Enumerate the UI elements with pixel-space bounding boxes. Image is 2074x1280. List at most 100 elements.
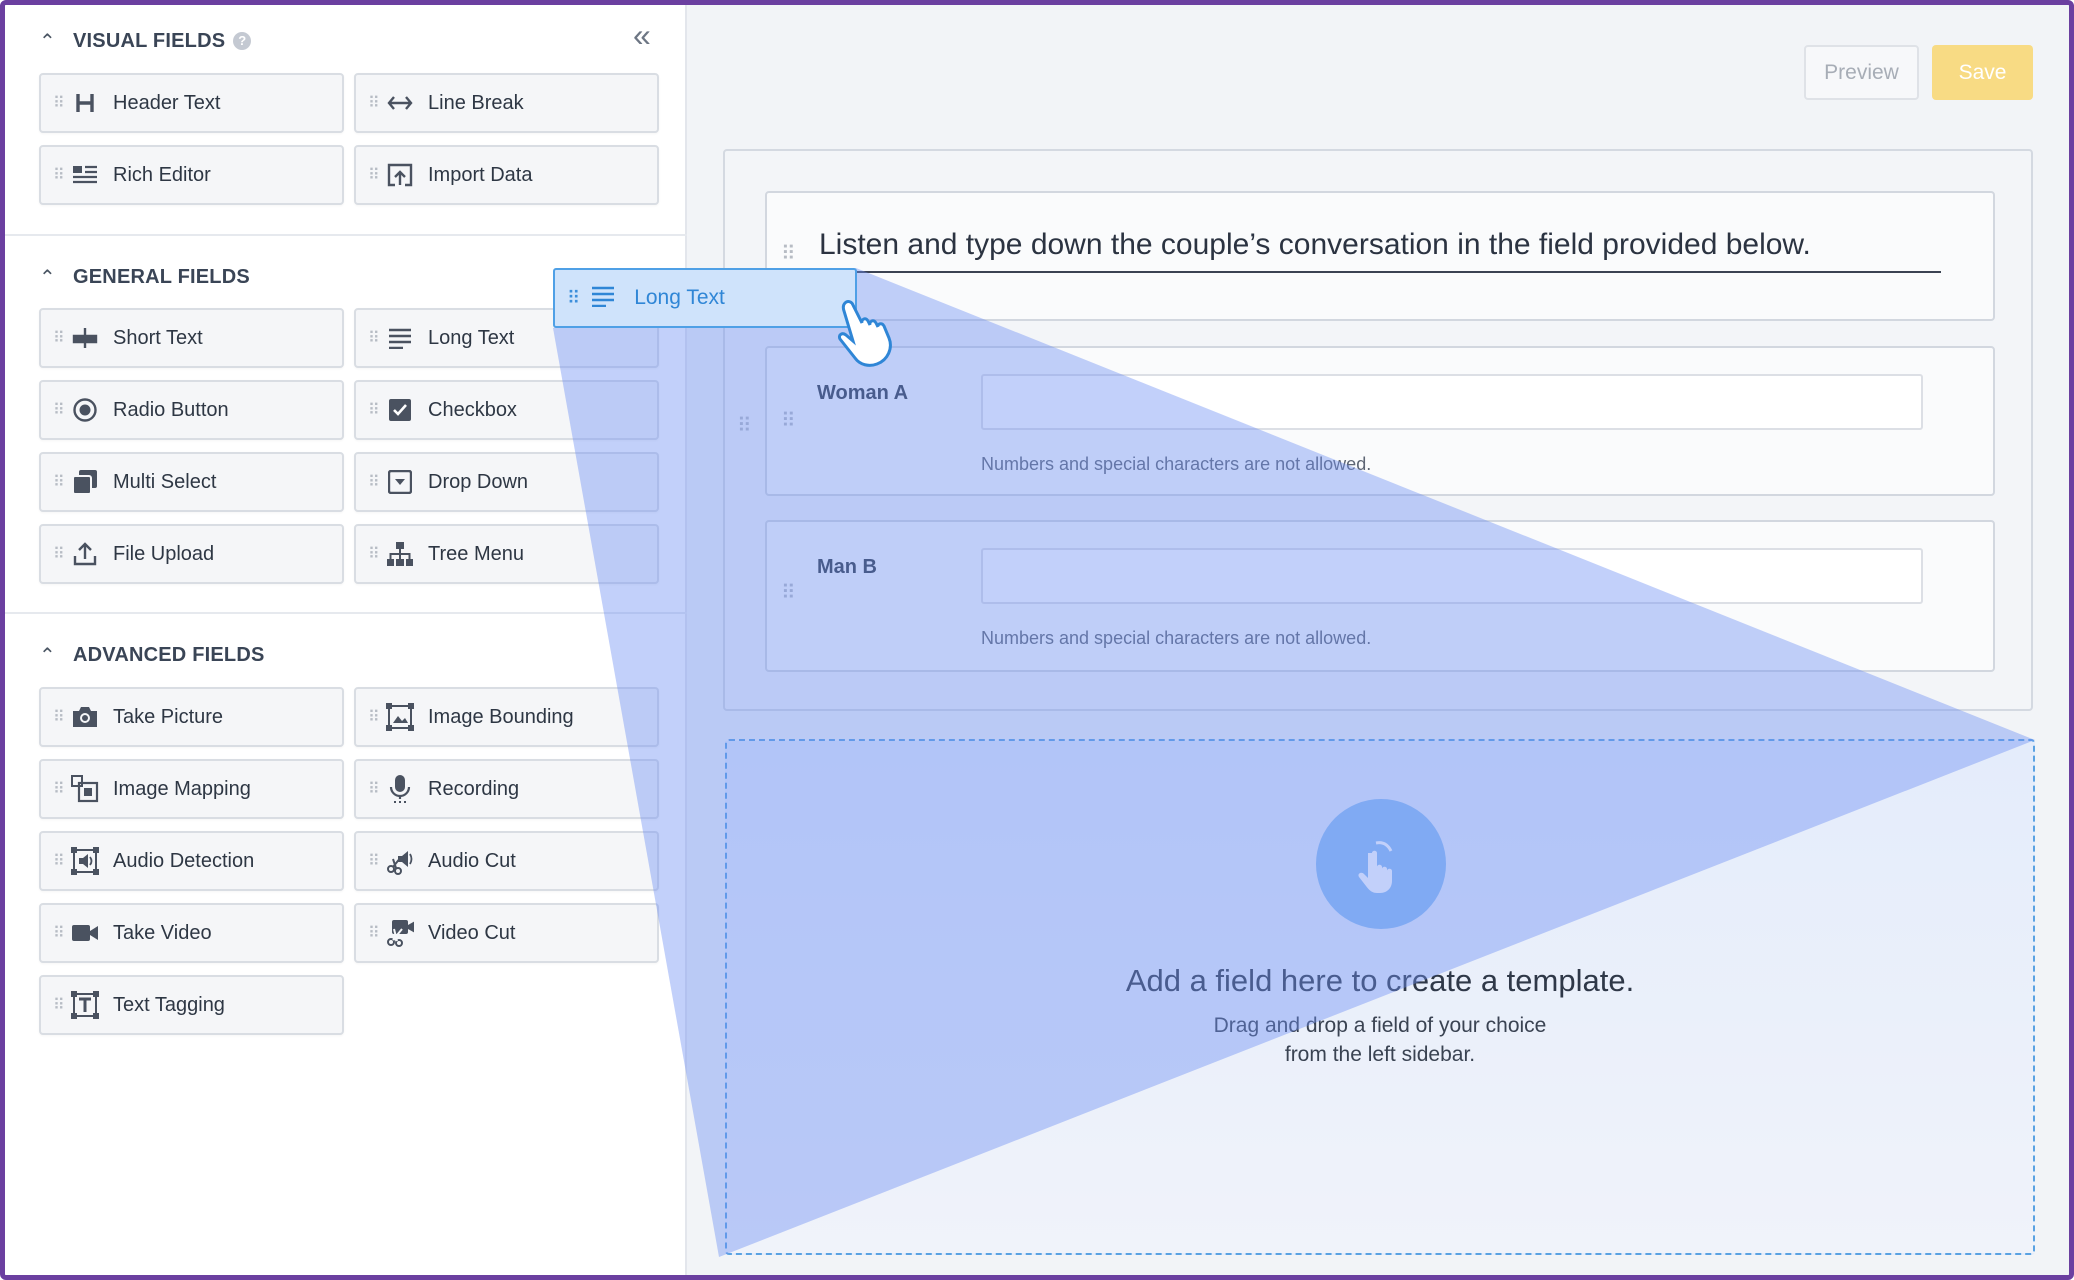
text-input-man-b[interactable] — [981, 548, 1923, 604]
help-icon[interactable]: ? — [233, 32, 252, 50]
field-tile-recording[interactable]: ⠿ Recording — [354, 759, 659, 819]
field-tile-radio-button[interactable]: ⠿ Radio Button — [39, 380, 344, 440]
grab-cursor-icon — [838, 300, 892, 367]
field-tile-label: Image Bounding — [428, 705, 574, 728]
field-tile-line-break[interactable]: ⠿ Line Break — [354, 73, 659, 133]
image-bounding-icon — [386, 703, 414, 731]
drag-handle-icon[interactable]: ⠿ — [368, 93, 380, 113]
section-divider — [5, 234, 687, 236]
drag-handle-icon[interactable]: ⠿ — [781, 241, 796, 266]
field-tile-header-text[interactable]: ⠿ Header Text — [39, 73, 344, 133]
field-tile-label: Audio Cut — [428, 849, 516, 872]
long-text-icon — [386, 324, 414, 352]
field-tile-tree-menu[interactable]: ⠿ Tree Menu — [354, 524, 659, 584]
line-break-icon — [386, 89, 414, 117]
drag-handle-icon[interactable]: ⠿ — [781, 408, 796, 433]
field-tile-drop-down[interactable]: ⠿ Drop Down — [354, 452, 659, 512]
drop-zone[interactable]: Add a field here to create a template. D… — [725, 739, 2035, 1255]
tree-menu-icon — [386, 540, 414, 568]
field-tile-checkbox[interactable]: ⠿ Checkbox — [354, 380, 659, 440]
image-mapping-icon — [71, 775, 99, 803]
drag-handle-icon[interactable]: ⠿ — [368, 165, 380, 185]
section-header-visual[interactable]: ⌃ VISUAL FIELDS ? — [39, 21, 252, 61]
field-tile-label: Short Text — [113, 326, 203, 349]
dragged-field-long-text[interactable]: ⠿ Long Text — [553, 268, 857, 328]
field-tile-label: Take Video — [113, 921, 212, 944]
field-tile-label: Video Cut — [428, 921, 516, 944]
audio-cut-icon — [386, 847, 414, 875]
drag-handle-icon[interactable]: ⠿ — [53, 544, 65, 564]
field-tile-file-upload[interactable]: ⠿ File Upload — [39, 524, 344, 584]
field-tile-label: Audio Detection — [113, 849, 255, 872]
drag-handle-icon[interactable]: ⠿ — [368, 400, 380, 420]
visual-fields-grid: ⠿ Header Text ⠿ Line Break ⠿ Rich Editor… — [39, 73, 659, 205]
field-tile-label: Text Tagging — [113, 993, 225, 1016]
drag-handle-icon[interactable]: ⠿ — [53, 851, 65, 871]
field-tile-image-mapping[interactable]: ⠿ Image Mapping — [39, 759, 344, 819]
text-input-woman-a[interactable] — [981, 374, 1923, 430]
drag-handle-icon[interactable]: ⠿ — [368, 851, 380, 871]
field-sidebar: ⌃ VISUAL FIELDS ? « ⠿ Header Text ⠿ Line… — [5, 5, 687, 1275]
field-tile-multi-select[interactable]: ⠿ Multi Select — [39, 452, 344, 512]
header-underline — [819, 271, 1941, 273]
drag-handle-icon[interactable]: ⠿ — [53, 707, 65, 727]
header-icon — [71, 89, 99, 117]
drag-handle-icon[interactable]: ⠿ — [368, 472, 380, 492]
drag-handle-icon[interactable]: ⠿ — [368, 544, 380, 564]
preview-button[interactable]: Preview — [1804, 45, 1919, 100]
field-tile-image-bounding[interactable]: ⠿ Image Bounding — [354, 687, 659, 747]
drag-handle-icon[interactable]: ⠿ — [567, 288, 580, 309]
field-tile-label: Recording — [428, 777, 520, 800]
chevron-up-icon[interactable]: ⌃ — [39, 29, 61, 54]
drag-handle-icon[interactable]: ⠿ — [368, 707, 380, 727]
drag-handle-icon[interactable]: ⠿ — [53, 165, 65, 185]
drag-handle-icon[interactable]: ⠿ — [53, 923, 65, 943]
drag-handle-icon[interactable]: ⠿ — [53, 995, 65, 1015]
general-fields-grid: ⠿ Short Text ⠿ Long Text ⠿ Radio Button … — [39, 308, 659, 584]
drag-handle-icon[interactable]: ⠿ — [368, 779, 380, 799]
field-tile-take-video[interactable]: ⠿ Take Video — [39, 903, 344, 963]
header-text-card[interactable]: ⠿ Listen and type down the couple’s conv… — [765, 191, 1995, 321]
microphone-icon — [386, 775, 414, 803]
drag-handle-icon[interactable]: ⠿ — [53, 93, 65, 113]
field-tile-audio-cut[interactable]: ⠿ Audio Cut — [354, 831, 659, 891]
field-tile-label: Drop Down — [428, 470, 529, 493]
header-text[interactable]: Listen and type down the couple’s conver… — [819, 228, 1811, 262]
section-header-advanced[interactable]: ⌃ ADVANCED FIELDS — [39, 635, 265, 675]
field-tile-label: Line Break — [428, 91, 524, 114]
drag-handle-icon[interactable]: ⠿ — [368, 328, 380, 348]
drop-zone-title: Add a field here to create a template. — [1125, 963, 1635, 998]
video-cut-icon — [386, 919, 414, 947]
double-chevron-left-icon[interactable]: « — [633, 19, 651, 51]
save-button[interactable]: Save — [1932, 45, 2033, 100]
field-tile-text-tagging[interactable]: ⠿ Text Tagging — [39, 975, 344, 1035]
chevron-up-icon[interactable]: ⌃ — [39, 265, 61, 290]
section-title: VISUAL FIELDS — [73, 29, 226, 52]
drag-handle-icon[interactable]: ⠿ — [53, 779, 65, 799]
field-tile-rich-editor[interactable]: ⠿ Rich Editor — [39, 145, 344, 205]
field-tile-audio-detection[interactable]: ⠿ Audio Detection — [39, 831, 344, 891]
drag-handle-icon[interactable]: ⠿ — [737, 413, 752, 438]
drag-handle-icon[interactable]: ⠿ — [53, 472, 65, 492]
field-tile-label: Image Mapping — [113, 777, 251, 800]
field-tile-import-data[interactable]: ⠿ Import Data — [354, 145, 659, 205]
field-hint: Numbers and special characters are not a… — [981, 628, 1372, 648]
short-text-icon — [71, 324, 99, 352]
drag-handle-icon[interactable]: ⠿ — [781, 580, 796, 605]
section-divider — [5, 612, 687, 614]
app-window: ⌃ VISUAL FIELDS ? « ⠿ Header Text ⠿ Line… — [0, 0, 2074, 1280]
audio-detection-icon — [71, 847, 99, 875]
section-header-general[interactable]: ⌃ GENERAL FIELDS — [39, 257, 250, 297]
field-card-woman-a[interactable]: ⠿ Woman A Numbers and special characters… — [765, 346, 1995, 496]
drag-handle-icon[interactable]: ⠿ — [53, 328, 65, 348]
field-tile-video-cut[interactable]: ⠿ Video Cut — [354, 903, 659, 963]
drop-zone-subtitle-line: from the left sidebar. — [1284, 1043, 1476, 1066]
field-card-man-b[interactable]: ⠿ Man B Numbers and special characters a… — [765, 520, 1995, 672]
form-template: ⠿ Listen and type down the couple’s conv… — [723, 149, 2033, 711]
field-tile-label: Tree Menu — [428, 542, 524, 565]
field-tile-short-text[interactable]: ⠿ Short Text — [39, 308, 344, 368]
drag-handle-icon[interactable]: ⠿ — [53, 400, 65, 420]
drag-handle-icon[interactable]: ⠿ — [368, 923, 380, 943]
field-tile-take-picture[interactable]: ⠿ Take Picture — [39, 687, 344, 747]
chevron-up-icon[interactable]: ⌃ — [39, 643, 61, 668]
